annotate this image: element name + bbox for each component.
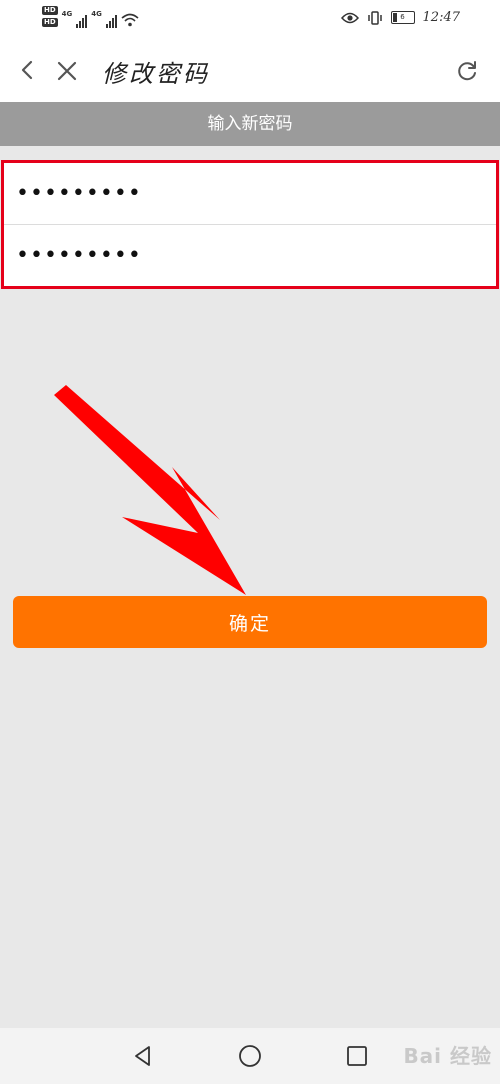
wifi-icon bbox=[121, 13, 139, 27]
nav-home-icon[interactable] bbox=[238, 1044, 262, 1068]
new-password-input[interactable] bbox=[4, 163, 496, 224]
back-icon[interactable] bbox=[14, 56, 42, 84]
nav-back-icon[interactable] bbox=[131, 1044, 155, 1068]
confirm-button[interactable]: 确定 bbox=[13, 596, 487, 648]
page-title: 修改密码 bbox=[102, 60, 210, 88]
close-icon[interactable] bbox=[52, 56, 82, 86]
eye-icon bbox=[340, 12, 359, 23]
status-right: 6 12:47 bbox=[340, 10, 460, 25]
confirm-password-input[interactable] bbox=[4, 224, 496, 286]
annotation-arrow bbox=[54, 385, 246, 595]
app-bar: 修改密码 bbox=[0, 40, 500, 102]
hd-badge: HD bbox=[42, 18, 58, 27]
system-nav-bar: Bai 经验 bbox=[0, 1028, 500, 1084]
battery-level: 6 bbox=[400, 13, 405, 21]
signal-icon bbox=[76, 14, 88, 28]
watermark: Bai 经验 bbox=[403, 1044, 492, 1068]
section-header: 输入新密码 bbox=[0, 102, 500, 146]
clock: 12:47 bbox=[422, 10, 460, 25]
vibrate-icon bbox=[367, 10, 382, 25]
signal-icon bbox=[105, 14, 117, 28]
network-type: 4G bbox=[61, 10, 73, 18]
hd-badges: HD HD bbox=[42, 6, 58, 27]
status-bar: HD HD 4G 4G 6 12:47 bbox=[0, 0, 500, 40]
password-fields-group bbox=[1, 160, 499, 289]
network-type: 4G bbox=[91, 10, 102, 18]
refresh-icon[interactable] bbox=[454, 58, 480, 84]
battery-icon: 6 bbox=[390, 11, 415, 24]
hd-badge: HD bbox=[42, 6, 58, 15]
nav-recent-icon[interactable] bbox=[345, 1044, 369, 1068]
status-left: HD HD 4G 4G bbox=[42, 6, 139, 28]
